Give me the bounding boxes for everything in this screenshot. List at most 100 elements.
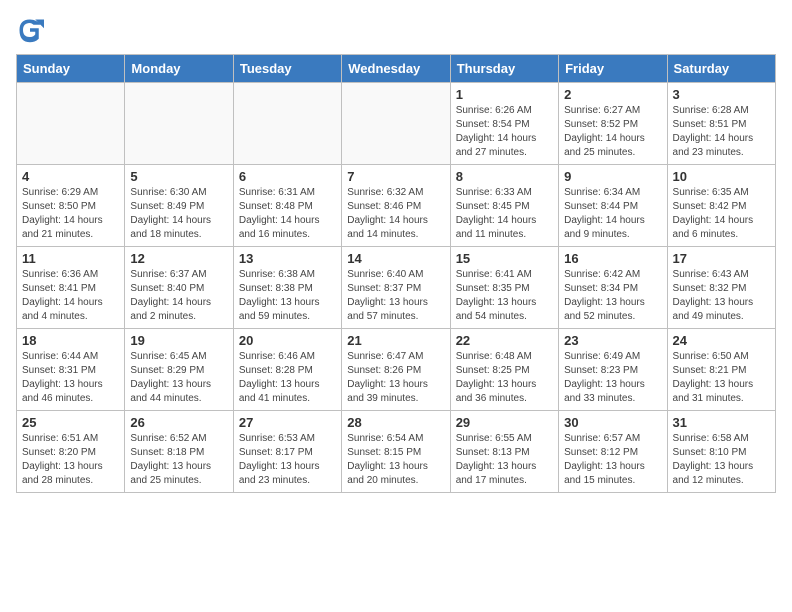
weekday-header-friday: Friday [559, 55, 667, 83]
day-number: 5 [130, 169, 227, 184]
page-header [16, 16, 776, 44]
day-info: Sunrise: 6:38 AM Sunset: 8:38 PM Dayligh… [239, 268, 336, 324]
day-info: Sunrise: 6:50 AM Sunset: 8:21 PM Dayligh… [673, 350, 770, 406]
day-number: 18 [22, 333, 119, 348]
day-info: Sunrise: 6:43 AM Sunset: 8:32 PM Dayligh… [673, 268, 770, 324]
calendar-cell: 6 Sunrise: 6:31 AM Sunset: 8:48 PM Daylig… [233, 165, 341, 247]
calendar-table: SundayMondayTuesdayWednesdayThursdayFrid… [16, 54, 776, 493]
calendar-cell: 21 Sunrise: 6:47 AM Sunset: 8:26 PM Dayli… [342, 329, 450, 411]
calendar-cell: 31 Sunrise: 6:58 AM Sunset: 8:10 PM Dayli… [667, 411, 775, 493]
day-info: Sunrise: 6:47 AM Sunset: 8:26 PM Dayligh… [347, 350, 444, 406]
day-number: 29 [456, 415, 553, 430]
day-number: 21 [347, 333, 444, 348]
day-number: 15 [456, 251, 553, 266]
weekday-header-thursday: Thursday [450, 55, 558, 83]
day-number: 13 [239, 251, 336, 266]
calendar-week-2: 4Sunrise: 6:29 AM Sunset: 8:50 PM Daylig… [17, 165, 776, 247]
day-info: Sunrise: 6:44 AM Sunset: 8:31 PM Dayligh… [22, 350, 119, 406]
calendar-week-4: 18 Sunrise: 6:44 AM Sunset: 8:31 PM Dayli… [17, 329, 776, 411]
logo [16, 16, 48, 44]
calendar-cell: 4Sunrise: 6:29 AM Sunset: 8:50 PM Daylig… [17, 165, 125, 247]
weekday-header-monday: Monday [125, 55, 233, 83]
day-info: Sunrise: 6:52 AM Sunset: 8:18 PM Dayligh… [130, 432, 227, 488]
day-info: Sunrise: 6:31 AM Sunset: 8:48 PM Dayligh… [239, 186, 336, 242]
day-info: Sunrise: 6:26 AM Sunset: 8:54 PM Dayligh… [456, 104, 553, 160]
day-number: 6 [239, 169, 336, 184]
calendar-cell: 22Sunrise: 6:48 AM Sunset: 8:25 PM Dayli… [450, 329, 558, 411]
weekday-header-tuesday: Tuesday [233, 55, 341, 83]
calendar-cell [17, 83, 125, 165]
day-info: Sunrise: 6:29 AM Sunset: 8:50 PM Dayligh… [22, 186, 119, 242]
day-number: 31 [673, 415, 770, 430]
weekday-header-sunday: Sunday [17, 55, 125, 83]
calendar-cell: 19 Sunrise: 6:45 AM Sunset: 8:29 PM Dayli… [125, 329, 233, 411]
day-number: 25 [22, 415, 119, 430]
day-info: Sunrise: 6:54 AM Sunset: 8:15 PM Dayligh… [347, 432, 444, 488]
calendar-cell: 13 Sunrise: 6:38 AM Sunset: 8:38 PM Dayli… [233, 247, 341, 329]
day-number: 28 [347, 415, 444, 430]
day-number: 23 [564, 333, 661, 348]
calendar-cell: 23 Sunrise: 6:49 AM Sunset: 8:23 PM Dayli… [559, 329, 667, 411]
day-info: Sunrise: 6:57 AM Sunset: 8:12 PM Dayligh… [564, 432, 661, 488]
calendar-week-1: 1 Sunrise: 6:26 AM Sunset: 8:54 PM Daylig… [17, 83, 776, 165]
day-number: 16 [564, 251, 661, 266]
day-info: Sunrise: 6:32 AM Sunset: 8:46 PM Dayligh… [347, 186, 444, 242]
calendar-cell: 24Sunrise: 6:50 AM Sunset: 8:21 PM Dayli… [667, 329, 775, 411]
day-info: Sunrise: 6:42 AM Sunset: 8:34 PM Dayligh… [564, 268, 661, 324]
calendar-cell: 5Sunrise: 6:30 AM Sunset: 8:49 PM Daylig… [125, 165, 233, 247]
day-number: 30 [564, 415, 661, 430]
day-number: 10 [673, 169, 770, 184]
day-number: 26 [130, 415, 227, 430]
calendar-week-5: 25 Sunrise: 6:51 AM Sunset: 8:20 PM Dayli… [17, 411, 776, 493]
calendar-cell [342, 83, 450, 165]
day-number: 2 [564, 87, 661, 102]
calendar-cell: 14 Sunrise: 6:40 AM Sunset: 8:37 PM Dayli… [342, 247, 450, 329]
day-info: Sunrise: 6:41 AM Sunset: 8:35 PM Dayligh… [456, 268, 553, 324]
calendar-cell: 10 Sunrise: 6:35 AM Sunset: 8:42 PM Dayli… [667, 165, 775, 247]
calendar-cell [125, 83, 233, 165]
day-number: 27 [239, 415, 336, 430]
calendar-week-3: 11 Sunrise: 6:36 AM Sunset: 8:41 PM Dayli… [17, 247, 776, 329]
calendar-cell: 29 Sunrise: 6:55 AM Sunset: 8:13 PM Dayli… [450, 411, 558, 493]
calendar-cell: 9Sunrise: 6:34 AM Sunset: 8:44 PM Daylig… [559, 165, 667, 247]
day-number: 17 [673, 251, 770, 266]
calendar-cell: 2 Sunrise: 6:27 AM Sunset: 8:52 PM Daylig… [559, 83, 667, 165]
calendar-cell: 11 Sunrise: 6:36 AM Sunset: 8:41 PM Dayli… [17, 247, 125, 329]
weekday-header-saturday: Saturday [667, 55, 775, 83]
day-info: Sunrise: 6:58 AM Sunset: 8:10 PM Dayligh… [673, 432, 770, 488]
weekday-header-wednesday: Wednesday [342, 55, 450, 83]
day-info: Sunrise: 6:40 AM Sunset: 8:37 PM Dayligh… [347, 268, 444, 324]
calendar-cell: 7 Sunrise: 6:32 AM Sunset: 8:46 PM Daylig… [342, 165, 450, 247]
calendar-cell: 18 Sunrise: 6:44 AM Sunset: 8:31 PM Dayli… [17, 329, 125, 411]
day-info: Sunrise: 6:33 AM Sunset: 8:45 PM Dayligh… [456, 186, 553, 242]
calendar-cell: 3Sunrise: 6:28 AM Sunset: 8:51 PM Daylig… [667, 83, 775, 165]
calendar-cell: 1 Sunrise: 6:26 AM Sunset: 8:54 PM Daylig… [450, 83, 558, 165]
calendar-cell [233, 83, 341, 165]
day-info: Sunrise: 6:51 AM Sunset: 8:20 PM Dayligh… [22, 432, 119, 488]
day-number: 11 [22, 251, 119, 266]
day-info: Sunrise: 6:53 AM Sunset: 8:17 PM Dayligh… [239, 432, 336, 488]
day-number: 20 [239, 333, 336, 348]
day-number: 19 [130, 333, 227, 348]
calendar-cell: 8 Sunrise: 6:33 AM Sunset: 8:45 PM Daylig… [450, 165, 558, 247]
day-info: Sunrise: 6:49 AM Sunset: 8:23 PM Dayligh… [564, 350, 661, 406]
calendar-cell: 20Sunrise: 6:46 AM Sunset: 8:28 PM Dayli… [233, 329, 341, 411]
calendar-cell: 27 Sunrise: 6:53 AM Sunset: 8:17 PM Dayli… [233, 411, 341, 493]
day-number: 8 [456, 169, 553, 184]
day-info: Sunrise: 6:48 AM Sunset: 8:25 PM Dayligh… [456, 350, 553, 406]
calendar-cell: 25 Sunrise: 6:51 AM Sunset: 8:20 PM Dayli… [17, 411, 125, 493]
day-info: Sunrise: 6:55 AM Sunset: 8:13 PM Dayligh… [456, 432, 553, 488]
day-info: Sunrise: 6:45 AM Sunset: 8:29 PM Dayligh… [130, 350, 227, 406]
day-info: Sunrise: 6:27 AM Sunset: 8:52 PM Dayligh… [564, 104, 661, 160]
calendar-header-row: SundayMondayTuesdayWednesdayThursdayFrid… [17, 55, 776, 83]
day-info: Sunrise: 6:34 AM Sunset: 8:44 PM Dayligh… [564, 186, 661, 242]
calendar-cell: 30 Sunrise: 6:57 AM Sunset: 8:12 PM Dayli… [559, 411, 667, 493]
calendar-cell: 28 Sunrise: 6:54 AM Sunset: 8:15 PM Dayli… [342, 411, 450, 493]
logo-icon [16, 16, 44, 44]
day-number: 14 [347, 251, 444, 266]
day-number: 3 [673, 87, 770, 102]
day-info: Sunrise: 6:36 AM Sunset: 8:41 PM Dayligh… [22, 268, 119, 324]
day-info: Sunrise: 6:35 AM Sunset: 8:42 PM Dayligh… [673, 186, 770, 242]
day-number: 1 [456, 87, 553, 102]
day-number: 7 [347, 169, 444, 184]
